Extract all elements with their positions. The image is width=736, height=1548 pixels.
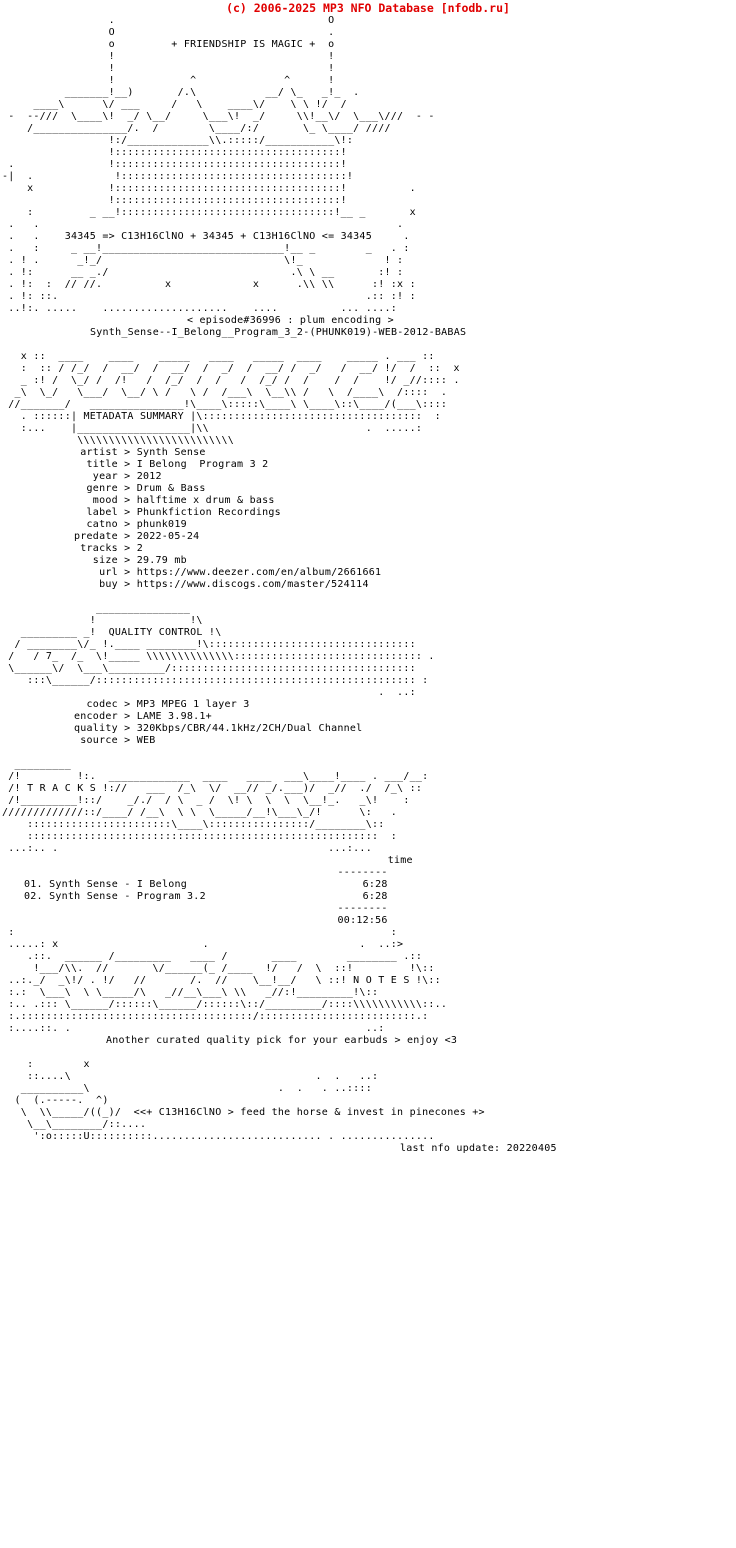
metadata-group-2: predate > 2022-05-24 tracks > 2 size > 2… [74,531,200,566]
quality-ascii-banner: _______________ ! !\ _________ _! QUALIT… [8,603,435,698]
metadata-group-3: url > https://www.deezer.com/en/album/26… [99,567,382,590]
footer-ascii-art: : x ::....\ . . ..: __________\ . . . ..… [14,1059,485,1142]
footer-gap [2,1047,736,1059]
notes-text: Another curated quality pick for your ea… [106,1035,458,1046]
tracks-banner-gap [2,747,736,759]
metadata-group-0: artist > Synth Sense title > I Belong Pr… [80,447,275,506]
nfodb-site-header: (c) 2006-2025 MP3 NFO Database [nfodb.ru… [226,1,510,15]
notes-ascii-banner: : : .....: x . . ..:> .::. ______ /_____… [8,927,448,1034]
tracks-ascii-banner: _________ /! !:. _____________ ____ ____… [2,759,429,854]
release-name: Synth_Sense--I_Belong__Program_3_2-(PHUN… [90,327,467,338]
last-nfo-update: last nfo update: 20220405 [400,1143,557,1154]
metadata-ascii-banner: x :: ____ ____ _____ ____ _____ ____ ___… [8,351,460,446]
quality-fields: codec > MP3 MPEG 1 layer 3 encoder > LAM… [74,699,363,746]
quality-banner-gap [2,591,736,603]
metadata-fields: artist > Synth Sense title > I Belong Pr… [2,447,736,591]
tracklist: time -------- 01. Synth Sense - I Belong… [24,855,413,926]
metadata-banner-gap [2,339,736,351]
episode-line: < episode#36996 : plum encoding > [187,315,394,326]
top-ascii-banner: . O O . o + FRIENDSHIP IS MAGIC + o ! ! [2,15,435,314]
metadata-group-1: label > Phunkfiction Recordings catno > … [86,507,281,530]
